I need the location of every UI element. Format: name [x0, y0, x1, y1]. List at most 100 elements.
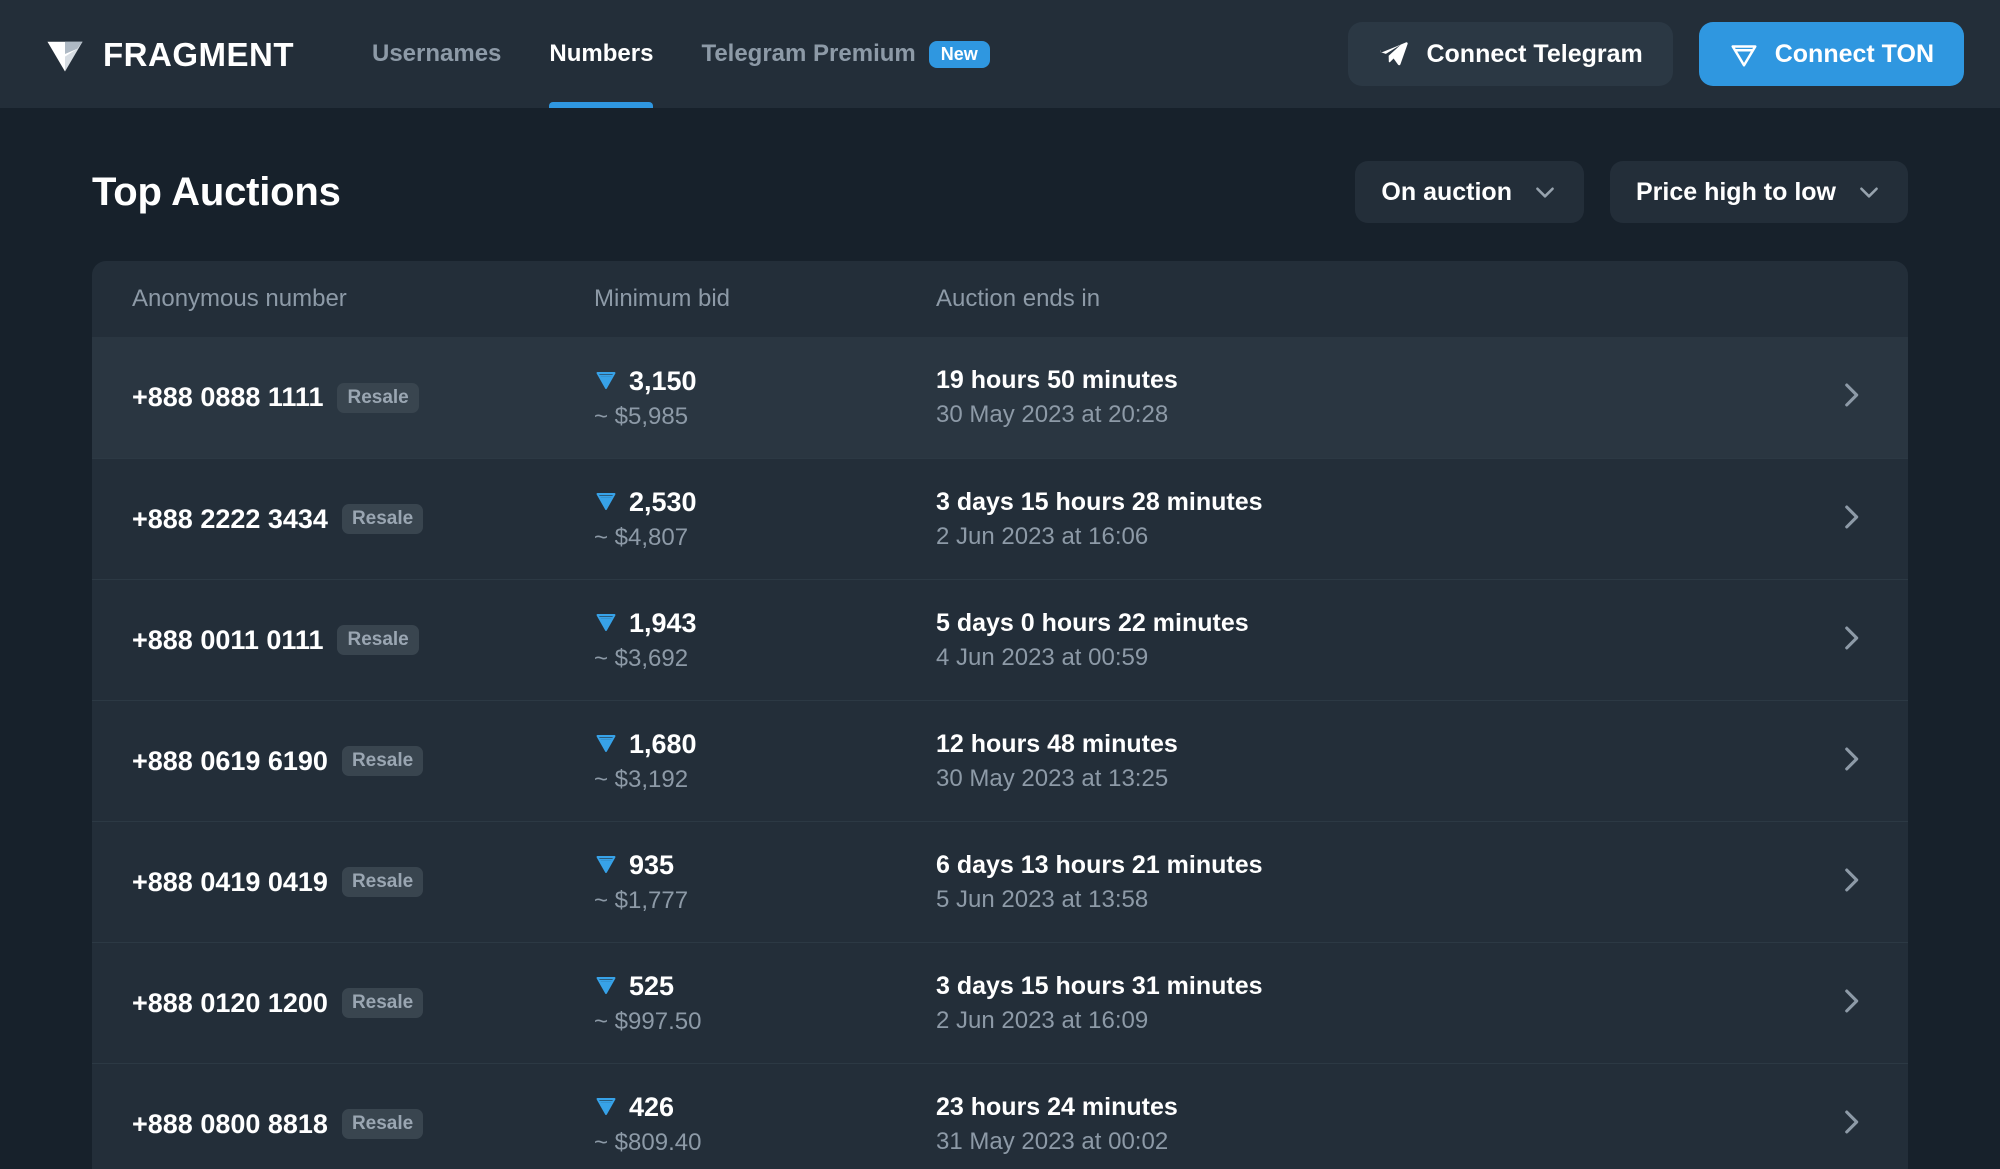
cell-auction-ends-in: 3 days 15 hours 28 minutes 2 Jun 2023 at…	[936, 490, 1808, 549]
connect-ton-label: Connect TON	[1775, 40, 1934, 69]
time-remaining: 6 days 13 hours 21 minutes	[936, 853, 1808, 878]
bid-amount-usd: ~ $997.50	[594, 1010, 936, 1034]
end-datetime: 2 Jun 2023 at 16:06	[936, 525, 1808, 549]
filters: On auction Price high to low	[1355, 161, 1908, 223]
row-chevron-button[interactable]	[1808, 984, 1868, 1023]
cell-auction-ends-in: 12 hours 48 minutes 30 May 2023 at 13:25	[936, 732, 1808, 791]
time-remaining: 3 days 15 hours 31 minutes	[936, 974, 1808, 999]
bid-amount-usd: ~ $1,777	[594, 889, 936, 913]
phone-number: +888 0011 0111	[132, 625, 323, 656]
row-chevron-button[interactable]	[1808, 863, 1868, 902]
cell-auction-ends-in: 19 hours 50 minutes 30 May 2023 at 20:28	[936, 368, 1808, 427]
site-header: FRAGMENT Usernames Numbers Telegram Prem…	[0, 0, 2000, 108]
nav-item-numbers[interactable]: Numbers	[525, 0, 677, 108]
bid-amount-usd: ~ $4,807	[594, 526, 936, 550]
ton-diamond-icon	[594, 972, 618, 1001]
page-title: Top Auctions	[92, 170, 341, 215]
ton-diamond-icon	[594, 367, 618, 396]
resale-badge: Resale	[337, 383, 418, 413]
row-chevron-button[interactable]	[1808, 500, 1868, 539]
table-row[interactable]: +888 0800 8818 Resale 426 ~ $809.40 23 h…	[92, 1063, 1908, 1169]
cell-minimum-bid: 1,680 ~ $3,192	[594, 730, 936, 792]
cell-minimum-bid: 935 ~ $1,777	[594, 851, 936, 913]
page-header: Top Auctions On auction Price high to lo…	[44, 108, 1956, 228]
nav-item-label: Usernames	[372, 40, 501, 68]
connect-telegram-label: Connect Telegram	[1426, 40, 1642, 69]
phone-number: +888 0888 1111	[132, 382, 323, 413]
cell-anonymous-number: +888 0800 8818 Resale	[132, 1109, 594, 1140]
table-header-row: Anonymous number Minimum bid Auction end…	[92, 261, 1908, 337]
cell-auction-ends-in: 23 hours 24 minutes 31 May 2023 at 00:02	[936, 1095, 1808, 1154]
auctions-table: Anonymous number Minimum bid Auction end…	[92, 261, 1908, 1169]
ton-diamond-icon	[594, 851, 618, 880]
table-row[interactable]: +888 0419 0419 Resale 935 ~ $1,777 6 day…	[92, 821, 1908, 942]
bid-amount-ton: 3,150	[629, 368, 697, 395]
table-body: +888 0888 1111 Resale 3,150 ~ $5,985 19 …	[92, 337, 1908, 1169]
end-datetime: 2 Jun 2023 at 16:09	[936, 1009, 1808, 1033]
column-header-anonymous-number: Anonymous number	[132, 285, 594, 313]
time-remaining: 5 days 0 hours 22 minutes	[936, 611, 1808, 636]
nav-item-label: Numbers	[549, 40, 653, 68]
ton-diamond-icon	[1729, 39, 1759, 69]
nav-item-telegram-premium[interactable]: Telegram Premium New	[677, 0, 1013, 108]
table-row[interactable]: +888 0011 0111 Resale 1,943 ~ $3,692 5 d…	[92, 579, 1908, 700]
row-chevron-button[interactable]	[1808, 378, 1868, 417]
time-remaining: 3 days 15 hours 28 minutes	[936, 490, 1808, 515]
cell-auction-ends-in: 6 days 13 hours 21 minutes 5 Jun 2023 at…	[936, 853, 1808, 912]
table-row[interactable]: +888 0120 1200 Resale 525 ~ $997.50 3 da…	[92, 942, 1908, 1063]
cell-auction-ends-in: 5 days 0 hours 22 minutes 4 Jun 2023 at …	[936, 611, 1808, 670]
cell-anonymous-number: +888 0888 1111 Resale	[132, 382, 594, 413]
bid-amount-usd: ~ $5,985	[594, 405, 936, 429]
table-row[interactable]: +888 0888 1111 Resale 3,150 ~ $5,985 19 …	[92, 337, 1908, 458]
row-chevron-button[interactable]	[1808, 742, 1868, 781]
nav-item-usernames[interactable]: Usernames	[348, 0, 525, 108]
main-nav: Usernames Numbers Telegram Premium New	[348, 0, 1014, 108]
time-remaining: 23 hours 24 minutes	[936, 1095, 1808, 1120]
bid-amount-usd: ~ $3,692	[594, 647, 936, 671]
bid-amount-ton: 935	[629, 852, 674, 879]
cell-minimum-bid: 525 ~ $997.50	[594, 972, 936, 1034]
table-row[interactable]: +888 2222 3434 Resale 2,530 ~ $4,807 3 d…	[92, 458, 1908, 579]
phone-number: +888 0800 8818	[132, 1109, 328, 1140]
resale-badge: Resale	[342, 746, 423, 776]
end-datetime: 4 Jun 2023 at 00:59	[936, 646, 1808, 670]
header-actions: Connect Telegram Connect TON	[1348, 22, 1964, 86]
new-badge: New	[929, 41, 990, 68]
ton-diamond-icon	[594, 730, 618, 759]
row-chevron-button[interactable]	[1808, 1105, 1868, 1144]
phone-number: +888 0619 6190	[132, 746, 328, 777]
end-datetime: 30 May 2023 at 20:28	[936, 403, 1808, 427]
end-datetime: 31 May 2023 at 00:02	[936, 1130, 1808, 1154]
connect-ton-button[interactable]: Connect TON	[1699, 22, 1964, 86]
connect-telegram-button[interactable]: Connect Telegram	[1348, 22, 1672, 86]
status-filter-select[interactable]: On auction	[1355, 161, 1584, 223]
ton-diamond-icon	[594, 609, 618, 638]
phone-number: +888 2222 3434	[132, 504, 328, 535]
chevron-right-icon	[1834, 863, 1868, 902]
chevron-right-icon	[1834, 621, 1868, 660]
chevron-right-icon	[1834, 378, 1868, 417]
cell-minimum-bid: 1,943 ~ $3,692	[594, 609, 936, 671]
phone-number: +888 0120 1200	[132, 988, 328, 1019]
ton-diamond-icon	[594, 1093, 618, 1122]
nav-item-label: Telegram Premium	[701, 40, 915, 68]
bid-amount-ton: 525	[629, 973, 674, 1000]
brand-wordmark: FRAGMENT	[103, 38, 294, 71]
resale-badge: Resale	[342, 867, 423, 897]
resale-badge: Resale	[342, 504, 423, 534]
brand-logo-link[interactable]: FRAGMENT	[44, 33, 294, 75]
end-datetime: 5 Jun 2023 at 13:58	[936, 888, 1808, 912]
row-chevron-button[interactable]	[1808, 621, 1868, 660]
cell-anonymous-number: +888 0419 0419 Resale	[132, 867, 594, 898]
fragment-logo-icon	[44, 33, 86, 75]
chevron-right-icon	[1834, 500, 1868, 539]
chevron-right-icon	[1834, 742, 1868, 781]
table-row[interactable]: +888 0619 6190 Resale 1,680 ~ $3,192 12 …	[92, 700, 1908, 821]
sort-filter-value: Price high to low	[1636, 178, 1836, 207]
sort-filter-select[interactable]: Price high to low	[1610, 161, 1908, 223]
resale-badge: Resale	[342, 988, 423, 1018]
resale-badge: Resale	[342, 1109, 423, 1139]
cell-anonymous-number: +888 0011 0111 Resale	[132, 625, 594, 656]
phone-number: +888 0419 0419	[132, 867, 328, 898]
column-header-auction-ends-in: Auction ends in	[936, 285, 1808, 313]
